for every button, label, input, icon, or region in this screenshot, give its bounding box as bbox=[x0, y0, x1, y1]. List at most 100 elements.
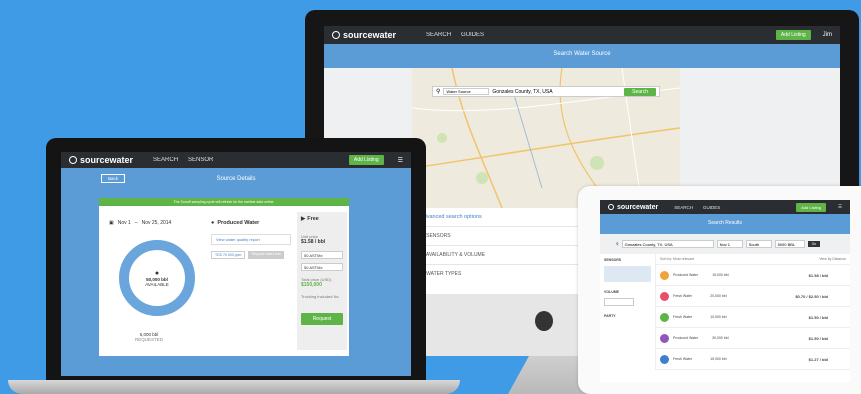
source-details-card: The Sonoff sampling cycle will refresh f… bbox=[99, 198, 349, 356]
trucking-row[interactable]: Trucking Included No bbox=[301, 294, 343, 299]
price: $1.50 / bbl bbox=[808, 314, 828, 320]
source-avatar bbox=[660, 333, 669, 343]
list-item[interactable]: Fresh Water 10,000 bbl $1.50 / bbl bbox=[656, 307, 850, 328]
min-volume-input[interactable] bbox=[604, 298, 634, 306]
top-navbar: sourcewater SEARCH GUIDES Add Listing Ji… bbox=[324, 26, 840, 44]
page-title: Source Details bbox=[216, 176, 256, 182]
tablet-navbar: sourcewater SEARCH GUIDES Add Listing ☰ bbox=[600, 200, 850, 214]
amount-input[interactable]: 5000 BBL bbox=[774, 240, 805, 248]
volume: 10,000 bbl bbox=[710, 315, 727, 319]
sidebar-party[interactable]: PARTY bbox=[604, 314, 651, 318]
quality-report-link[interactable]: View water quality report bbox=[211, 234, 291, 245]
unit-price-block: Unit price $1.58 / bbl 50 ASTMx 50 ASTMx… bbox=[297, 234, 347, 325]
source-avatar bbox=[660, 312, 669, 322]
nav-guides[interactable]: GUIDES bbox=[461, 32, 484, 38]
tds-button[interactable]: TDS 70,000 ppm bbox=[211, 251, 246, 259]
map-search-bar: ⚲ Water Source Gonzales County, TX, USA … bbox=[432, 86, 660, 97]
sidebar-sensors[interactable]: SENSORS bbox=[604, 258, 651, 262]
list-item[interactable]: Produced Water 30,000 bbl $1.50 / bbl bbox=[656, 328, 850, 349]
results-list: Sort by: Most relevant View by Distance … bbox=[656, 254, 850, 370]
sidebar-volume[interactable]: VOLUME bbox=[604, 290, 651, 294]
source-avatar bbox=[660, 354, 669, 364]
laptop-screen: sourcewater SEARCH SENSOR Add Listing ☰ … bbox=[61, 152, 411, 376]
page-title: Search Water Source bbox=[553, 51, 611, 57]
water-type: Produced Water bbox=[673, 273, 699, 277]
menu-icon[interactable]: ☰ bbox=[398, 157, 403, 164]
water-drop-icon: ● bbox=[154, 269, 160, 277]
laptop-navbar: sourcewater SEARCH SENSOR Add Listing ☰ bbox=[61, 152, 411, 168]
list-item[interactable]: Produced Water 15,000 bbl $1.58 / bbl bbox=[656, 265, 850, 286]
price: $1.58 / bbl bbox=[808, 272, 828, 278]
availability-donut: ● 50,000 bbl AVAILABLE bbox=[119, 240, 195, 316]
add-listing-button[interactable]: Add Listing bbox=[796, 202, 826, 212]
request-button[interactable]: Request bbox=[301, 313, 343, 325]
source-details-band: Back Source Details bbox=[61, 168, 411, 192]
quantity-input-1[interactable]: 50 ASTMx bbox=[301, 251, 343, 259]
quantity-input-2[interactable]: 50 ASTMx bbox=[301, 263, 343, 271]
notice-banner: The Sonoff sampling cycle will refresh f… bbox=[99, 198, 349, 206]
results-search-bar: ⚲ Gonzales County, TX, USA Nov 1 South 5… bbox=[600, 234, 850, 254]
results-body: SENSORS VOLUME PARTY Sort by: Most relev… bbox=[600, 254, 850, 370]
nav-search[interactable]: SEARCH bbox=[153, 157, 178, 163]
water-type: Fresh Water bbox=[673, 294, 693, 298]
source-type-select[interactable]: Water Source bbox=[443, 88, 490, 95]
water-type: Fresh Water bbox=[673, 315, 693, 319]
brand-logo[interactable]: sourcewater bbox=[608, 204, 658, 211]
nav-search[interactable]: SEARCH bbox=[426, 32, 451, 38]
list-item[interactable]: Fresh Water 15,000 bbl $1.27 / bbl bbox=[656, 349, 850, 370]
sort-select[interactable]: Sort by: Most relevant bbox=[660, 257, 694, 261]
water-drop-icon: ● bbox=[211, 220, 215, 226]
water-actions: TDS 70,000 ppm Request water test bbox=[211, 251, 291, 259]
arrow-icon: – bbox=[134, 220, 138, 226]
go-button[interactable]: Go bbox=[807, 241, 821, 247]
nav-search[interactable]: SEARCH bbox=[674, 205, 693, 210]
logo-ring-icon bbox=[332, 31, 340, 39]
menu-icon[interactable]: ☰ bbox=[838, 204, 842, 210]
nav-sensor[interactable]: SENSOR bbox=[188, 157, 213, 163]
date-select[interactable]: Nov 1 bbox=[716, 240, 743, 248]
water-info: ● Produced Water View water quality repo… bbox=[211, 220, 291, 259]
available-caption: AVAILABLE bbox=[145, 281, 169, 287]
filter-sidebar: SENSORS VOLUME PARTY bbox=[600, 254, 656, 370]
search-button[interactable]: Search bbox=[624, 87, 656, 96]
search-results-band: Search Results bbox=[600, 214, 850, 234]
view-by-distance-link[interactable]: View by Distance bbox=[819, 257, 846, 261]
logo-ring-icon bbox=[608, 204, 614, 210]
unit-price: $1.58 / bbl bbox=[301, 239, 326, 245]
tablet-screen: sourcewater SEARCH GUIDES Add Listing ☰ … bbox=[600, 200, 850, 382]
add-listing-button[interactable]: Add Listing bbox=[775, 30, 811, 40]
list-item[interactable]: Fresh Water 20,000 bbl $0.70 / $2.50 / b… bbox=[656, 286, 850, 307]
water-type-title: ● Produced Water bbox=[211, 220, 260, 226]
calendar-icon: ▣ bbox=[109, 220, 114, 226]
volume: 15,000 bbl bbox=[712, 273, 729, 277]
user-menu[interactable]: Jim bbox=[823, 32, 832, 38]
nav-guides[interactable]: GUIDES bbox=[703, 205, 720, 210]
page-title: Search Results bbox=[708, 220, 742, 226]
volume: 15,000 bbl bbox=[710, 357, 727, 361]
location-input[interactable]: Gonzales County, TX, USA bbox=[492, 89, 621, 95]
source-avatar bbox=[660, 270, 669, 280]
requested-volume: 5,000 bbl REQUESTED bbox=[135, 332, 164, 342]
apple-logo-icon bbox=[535, 311, 553, 331]
brand-name: sourcewater bbox=[343, 30, 397, 40]
back-button[interactable]: Back bbox=[101, 174, 126, 183]
source-avatar bbox=[660, 291, 669, 301]
request-test-button[interactable]: Request water test bbox=[248, 251, 284, 259]
sensor-selected[interactable] bbox=[604, 266, 651, 282]
location-input[interactable]: Gonzales County, TX, USA bbox=[621, 240, 714, 248]
search-header-band: Search Water Source bbox=[324, 44, 840, 68]
total-price: $150,000 bbox=[301, 282, 322, 288]
price: $1.27 / bbl bbox=[808, 356, 828, 362]
pricing-panel: ▶ Free Unit price $1.58 / bbl 50 ASTMx 5… bbox=[297, 212, 347, 350]
add-listing-button[interactable]: Add Listing bbox=[348, 155, 384, 165]
price: $0.70 / $2.50 / bbl bbox=[795, 293, 828, 299]
truck-icon: ▶ bbox=[301, 216, 306, 222]
water-type: Produced Water bbox=[673, 336, 699, 340]
brand-logo[interactable]: sourcewater bbox=[332, 30, 396, 40]
price: $1.50 / bbl bbox=[808, 335, 828, 341]
direction-select[interactable]: South bbox=[745, 240, 772, 248]
location-icon: ⚲ bbox=[616, 242, 619, 246]
date-range[interactable]: ▣ Nov 1 – Nov 25, 2014 bbox=[109, 220, 171, 226]
sort-bar: Sort by: Most relevant View by Distance bbox=[656, 254, 850, 265]
brand-logo[interactable]: sourcewater bbox=[69, 155, 133, 165]
